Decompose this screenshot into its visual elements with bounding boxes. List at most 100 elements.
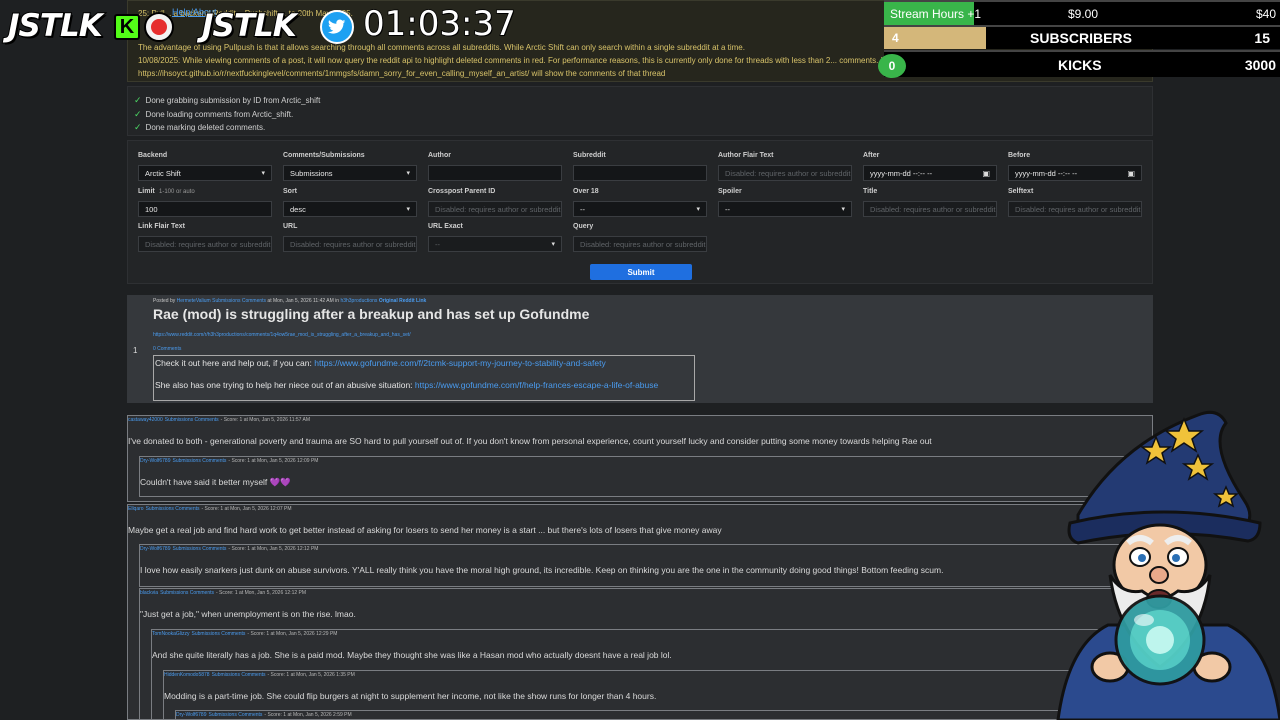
post-url-link[interactable]: https://www.reddit.com/r/h3h3productions…	[153, 332, 411, 338]
comment-text: Modding is a part-time job. She could fl…	[164, 691, 657, 701]
calendar-icon[interactable]: ▣	[1127, 169, 1135, 178]
field-input[interactable]: 100	[138, 201, 272, 217]
comment-author-links[interactable]: Submissions Comments	[208, 712, 262, 718]
field-select[interactable]: -- ▾	[573, 201, 707, 217]
comment-author-link[interactable]: HiddenKomodo5878	[164, 672, 210, 678]
comment-author-link[interactable]: Dry-Wolf6789	[176, 712, 206, 718]
comment-author-link[interactable]: castaway42000	[128, 417, 163, 423]
post-comments-count[interactable]: 0 Comments	[153, 346, 181, 352]
field-label: Comments/Submissions	[283, 152, 365, 159]
calendar-icon[interactable]: ▣	[982, 169, 990, 178]
field-select[interactable]: -- ▾	[428, 236, 562, 252]
status-panel: ✓ Done grabbing submission by ID from Arc…	[127, 86, 1153, 136]
notice-line-2: The advantage of using Pullpush is that …	[138, 43, 745, 52]
comment-author-links[interactable]: Submissions Comments	[160, 590, 214, 596]
comment-score-time: - Score: 1 at Mon, Jan 5, 2026 11:57 AM	[220, 417, 311, 423]
stream-hours-amount: $9.00	[1068, 7, 1099, 21]
field-title: Title Disabled: requires author or subred…	[863, 188, 997, 217]
comment-author-links[interactable]: Submissions Comments	[212, 672, 266, 678]
field-selftext: Selftext Disabled: requires author or sub…	[1008, 188, 1142, 217]
stream-hours-label: Stream Hours +1	[890, 7, 982, 21]
comment-text: Couldn't have said it better myself 💜💜	[140, 477, 291, 487]
subscribers-label: SUBSCRIBERS	[1030, 30, 1132, 46]
field-value: Disabled: requires author or subreddit	[1015, 204, 1141, 214]
comment-author-link[interactable]: Dry-Wolf6789	[140, 458, 170, 464]
kick-logo-icon: K	[114, 14, 140, 40]
comment-meta: HiddenKomodo5878 Submissions Comments - Sc…	[164, 672, 355, 678]
field-input[interactable]: Disabled: requires author or subreddit	[863, 201, 997, 217]
post-score: 1	[133, 346, 138, 355]
comment-score-time: - Score: 1 at Mon, Jan 5, 2026 12:29 PM	[247, 631, 338, 637]
field-spoiler: Spoiler -- ▾	[718, 188, 852, 217]
comment-meta: Ellqaro Submissions Comments - Score: 1 at…	[128, 506, 292, 512]
comment-author-links[interactable]: Submissions Comments	[172, 546, 226, 552]
field-url: URL Disabled: requires author or subreddi…	[283, 223, 417, 252]
field-label: Over 18	[573, 188, 599, 195]
field-input[interactable]: Disabled: requires author or subreddit	[1008, 201, 1142, 217]
field-label: Link Flair Text	[138, 223, 185, 230]
comment-score-time: - Score: 1 at Mon, Jan 5, 2026 12:12 PM	[228, 546, 319, 552]
field-input[interactable]: Disabled: requires author or subreddit	[428, 201, 562, 217]
field-input[interactable]: Disabled: requires author or subreddit	[718, 165, 852, 181]
check-icon: ✓	[134, 108, 142, 119]
field-datetime-input[interactable]: yyyy-mm-dd --:-- -- ▣	[1008, 165, 1142, 181]
field-input[interactable]: Disabled: requires author or subreddit	[138, 236, 272, 252]
field-value: desc	[290, 204, 306, 214]
status-item: ✓ Done grabbing submission by ID from Arc…	[134, 95, 321, 106]
submit-button[interactable]: Submit	[590, 264, 692, 280]
comment-author-link[interactable]: TomNookaGlizzy	[152, 631, 190, 637]
field-input[interactable]	[573, 165, 707, 181]
field-label: Crosspost Parent ID	[428, 188, 496, 195]
comment: Dry-Wolf6789 Submissions Comments - Score:…	[139, 544, 1153, 587]
comment-author-links[interactable]: Submissions Comments	[192, 631, 246, 637]
field-input[interactable]: Disabled: requires author or subreddit	[573, 236, 707, 252]
check-icon: ✓	[134, 95, 142, 106]
comment-meta: Dry-Wolf6789 Submissions Comments - Score:…	[140, 458, 318, 464]
kicks-goal: 3000	[1244, 56, 1276, 73]
comment-score-time: - Score: 1 at Mon, Jan 5, 2026 2:59 PM	[264, 712, 352, 718]
field-value: Submissions	[290, 168, 333, 178]
field-value: yyyy-mm-dd --:-- --	[870, 168, 933, 178]
post-author-link[interactable]: HermeteValium	[177, 298, 211, 304]
comment-author-links[interactable]: Submissions Comments	[165, 417, 219, 423]
field-input[interactable]	[428, 165, 562, 181]
post-subreddit-link[interactable]: h3h3productions	[340, 298, 377, 304]
field-label: Before	[1008, 152, 1031, 159]
chevron-down-icon: ▾	[551, 241, 555, 248]
field-select[interactable]: Submissions ▾	[283, 165, 417, 181]
post-author-links[interactable]: Submissions Comments	[212, 298, 266, 304]
field-label: Backend	[138, 152, 168, 159]
field-input[interactable]: Disabled: requires author or subreddit	[283, 236, 417, 252]
comment-author-link[interactable]: blackvia	[140, 590, 158, 596]
field-label: Title	[863, 188, 878, 195]
channel-logo-2: JSTLK	[201, 7, 298, 45]
subscribers-goal-bar: 4 SUBSCRIBERS 15	[884, 25, 1280, 49]
field-sort: Sort desc ▾	[283, 188, 417, 217]
field-label: Sort	[283, 188, 297, 195]
comment-score-time: - Score: 1 at Mon, Jan 5, 2026 1:35 PM	[267, 672, 355, 678]
comment-author-link[interactable]: Ellqaro	[128, 506, 144, 512]
field-crosspost-parent-id: Crosspost Parent ID Disabled: requires au…	[428, 188, 562, 217]
original-reddit-link[interactable]: Original Reddit Link	[379, 298, 427, 304]
field-select[interactable]: -- ▾	[718, 201, 852, 217]
kicks-goal-bar: 0 KICKS 3000	[878, 50, 1280, 78]
comment-author-links[interactable]: Submissions Comments	[146, 506, 200, 512]
check-icon: ✓	[134, 122, 142, 133]
comment-author-link[interactable]: Dry-Wolf6789	[140, 546, 170, 552]
field-label: URL Exact	[428, 223, 463, 230]
field-label: Subreddit	[573, 152, 606, 159]
post-title: Rae (mod) is struggling after a breakup …	[153, 306, 590, 322]
field-limit: Limit 1-100 or auto 100	[138, 188, 272, 217]
comment-author-links[interactable]: Submissions Comments	[172, 458, 226, 464]
record-icon	[144, 12, 174, 42]
field-after: After yyyy-mm-dd --:-- -- ▣	[863, 152, 997, 181]
field-datetime-input[interactable]: yyyy-mm-dd --:-- -- ▣	[863, 165, 997, 181]
gofundme-link-1[interactable]: https://www.gofundme.com/f/2tcmk-support…	[314, 358, 605, 368]
field-value: --	[580, 204, 585, 214]
field-label: Selftext	[1008, 188, 1034, 195]
gofundme-link-2[interactable]: https://www.gofundme.com/f/help-frances-…	[415, 380, 658, 390]
field-select[interactable]: Arctic Shift ▾	[138, 165, 272, 181]
subscribers-goal: 15	[1254, 30, 1270, 46]
comment-meta: TomNookaGlizzy Submissions Comments - Scor…	[152, 631, 337, 637]
field-select[interactable]: desc ▾	[283, 201, 417, 217]
